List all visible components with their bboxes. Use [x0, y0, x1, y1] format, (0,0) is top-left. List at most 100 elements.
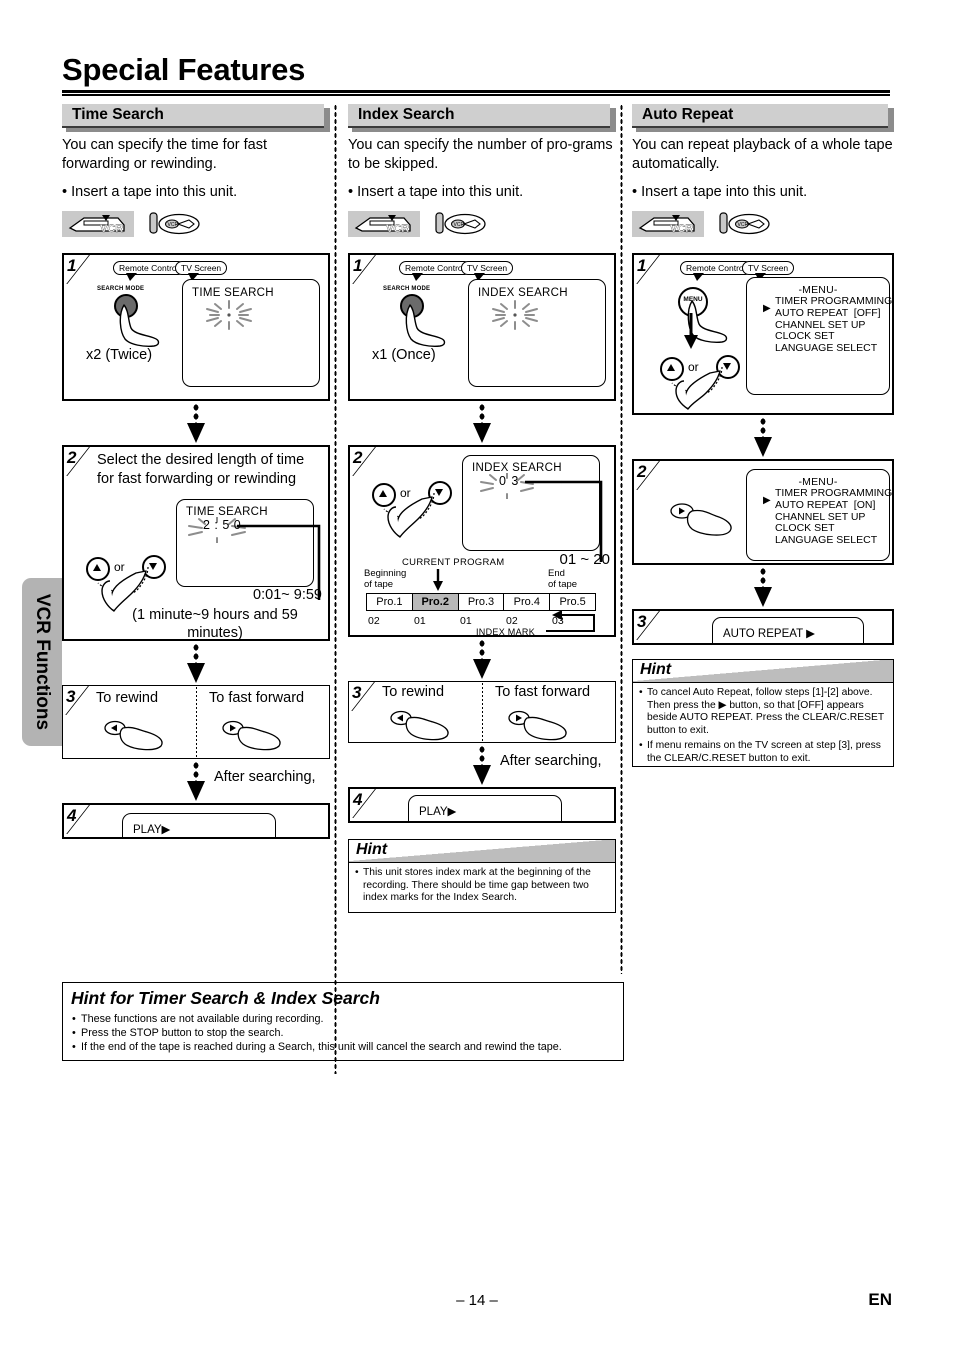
tv-title: TIME SEARCH: [192, 287, 274, 299]
menu-cursor-icon: ▶: [763, 303, 771, 314]
press-count-label: x1 (Once): [372, 347, 436, 363]
time-search-intro: You can specify the time for fast forwar…: [62, 137, 267, 172]
menu-items: TIMER PROGRAMMING AUTO REPEAT [ON] CHANN…: [775, 487, 893, 547]
side-tab-vcr-functions: VCR Functions: [22, 578, 62, 746]
tv-screen: TIME SEARCH: [182, 279, 320, 387]
index-mark-value: 01: [460, 615, 472, 627]
bottom-hint: Hint for Timer Search & Index Search The…: [62, 982, 624, 1061]
callout-tv-screen: TV Screen: [461, 261, 514, 281]
blink-indicator-icon: [199, 300, 263, 330]
title-divider: [62, 90, 890, 96]
tv-screen: INDEX SEARCH: [468, 279, 606, 387]
auto-repeat-bullet: • Insert a tape into this unit.: [632, 184, 808, 200]
page-number: – 14 –: [456, 1292, 498, 1309]
hint-item: Press the STOP button to stop the search…: [72, 1026, 615, 1040]
after-searching-label: After searching,: [500, 753, 602, 769]
auto-repeat-intro: You can repeat playback of a whole tape …: [632, 137, 893, 172]
tv-screen: TIME SEARCH 2 : 5 0: [176, 499, 321, 600]
connector-1-2: [62, 401, 330, 445]
tv-screen-menu: -MENU- ▶ TIMER PROGRAMMING AUTO REPEAT […: [746, 469, 893, 561]
callout-remote-control: Remote Control: [680, 261, 752, 281]
bottom-hint-title: Hint for Timer Search & Index Search: [71, 988, 380, 1008]
callout-tv-screen: TV Screen: [175, 261, 228, 281]
step-number: 2: [637, 462, 647, 481]
tv-index-value: 0 3: [499, 474, 520, 488]
index-mark-value: 02: [506, 615, 518, 627]
beginning-of-tape-label: Beginning of tape: [364, 568, 407, 590]
connector-2-3: [348, 637, 616, 681]
index-search-header: Index Search: [348, 104, 616, 132]
column-divider-2: [620, 104, 623, 974]
tape-insert-icon: VCR: [148, 210, 206, 238]
tv-time-value: 2 : 5 0: [203, 518, 242, 532]
end-of-tape-label: End of tape: [548, 568, 578, 590]
auto-repeat-heading: Auto Repeat: [642, 106, 734, 123]
connector-1-2: [348, 401, 616, 445]
connector-2-3: [62, 641, 330, 685]
menu-cursor-icon: ▶: [763, 495, 771, 506]
index-search-heading: Index Search: [358, 106, 455, 123]
search-mode-button-label: SEARCH MODE: [383, 286, 431, 292]
time-range-note: (1 minute~9 hours and 59 minutes): [132, 607, 298, 641]
index-search-intro: You can specify the number of pro-grams …: [348, 137, 613, 172]
time-search-header: Time Search: [62, 104, 330, 132]
play-label: PLAY▶: [419, 806, 457, 818]
current-program-arrow-icon: [433, 569, 443, 591]
vcr-unit-icon: VCR: [632, 211, 704, 237]
callout-remote-control: Remote Control: [399, 261, 471, 281]
current-program-label: CURRENT PROGRAM: [402, 557, 505, 568]
bottom-hint-list: These functions are not available during…: [71, 1012, 615, 1054]
step-number: 2: [67, 448, 77, 467]
section-index-search: Index Search You can specify the number …: [348, 104, 616, 913]
menu-items: TIMER PROGRAMMING AUTO REPEAT [OFF] CHAN…: [775, 295, 893, 355]
hint-item: If menu remains on the TV screen at step…: [639, 740, 887, 765]
auto-repeat-label: AUTO REPEAT ▶: [723, 628, 815, 640]
manual-page: Special Features VCR Functions Time Sear…: [0, 0, 954, 1348]
index-search-step-2: 2 or INDEX SEARCH 0 3 01 ~ 20 CURRENT PR…: [348, 445, 616, 637]
search-mode-button-label: SEARCH MODE: [97, 286, 145, 292]
step-number: 3: [352, 683, 362, 702]
auto-repeat-step-2: 2 -MENU- ▶ TIMER PROGRAMMING AUTO REPEAT…: [632, 459, 894, 565]
tape-insert-icon: VCR: [718, 210, 776, 238]
svg-text:VCR: VCR: [168, 222, 179, 228]
step2-instruction: Select the desired length of time for fa…: [97, 452, 305, 487]
auto-repeat-hint: Hint To cancel Auto Repeat, follow steps…: [632, 659, 894, 767]
press-count-label: x2 (Twice): [86, 347, 153, 363]
time-search-step-3: 3 To rewind To fast forward: [62, 685, 330, 759]
connector-3-4: After searching,: [62, 759, 330, 803]
index-search-icon-row: VCR VCR: [348, 209, 616, 239]
play-label: PLAY▶: [133, 824, 171, 836]
callout-tv-screen: TV Screen: [742, 261, 795, 281]
time-search-step-4: 4 PLAY▶: [62, 803, 330, 839]
program-cell: Pro.1: [367, 594, 413, 610]
index-mark-leader-icon: [546, 610, 595, 632]
program-cell: Pro.4: [504, 594, 551, 610]
callout-remote-control: Remote Control: [113, 261, 185, 281]
vcr-unit-icon: VCR: [348, 211, 420, 237]
tv-screen: INDEX SEARCH 0 3: [462, 455, 603, 562]
program-cell: Pro.2: [412, 594, 459, 610]
index-mark-value: 02: [368, 615, 380, 627]
blink-indicator-icon: [485, 300, 549, 330]
rewind-button-hand-icon: [103, 718, 191, 759]
tv-screen-play: PLAY▶: [408, 795, 562, 821]
hint-title: Hint: [640, 661, 672, 678]
time-search-step-1: 1 Remote Control TV Screen SEARCH MODE x…: [62, 253, 330, 401]
hint-item: To cancel Auto Repeat, follow steps [1]-…: [639, 687, 887, 737]
time-search-bullet: • Insert a tape into this unit.: [62, 184, 238, 200]
index-range: 01 ~ 20: [559, 551, 610, 568]
program-cell: Pro.5: [559, 596, 586, 608]
tv-title: INDEX SEARCH: [478, 287, 568, 299]
tv-screen-menu: -MENU- ▶ TIMER PROGRAMMING AUTO REPEAT […: [746, 277, 893, 395]
svg-text:VCR: VCR: [100, 223, 123, 235]
hint-item: If the end of the tape is reached during…: [72, 1040, 615, 1054]
step-number: 1: [353, 256, 363, 275]
tv-screen-play: PLAY▶: [122, 813, 276, 837]
index-search-step-4: 4 PLAY▶: [348, 787, 616, 823]
svg-text:VCR: VCR: [454, 222, 465, 228]
step-number: 4: [67, 806, 77, 825]
connector-3-4: After searching,: [348, 743, 616, 787]
section-time-search: Time Search You can specify the time for…: [62, 104, 330, 839]
language-code: EN: [868, 1290, 892, 1309]
connector-2-3: [632, 565, 894, 609]
